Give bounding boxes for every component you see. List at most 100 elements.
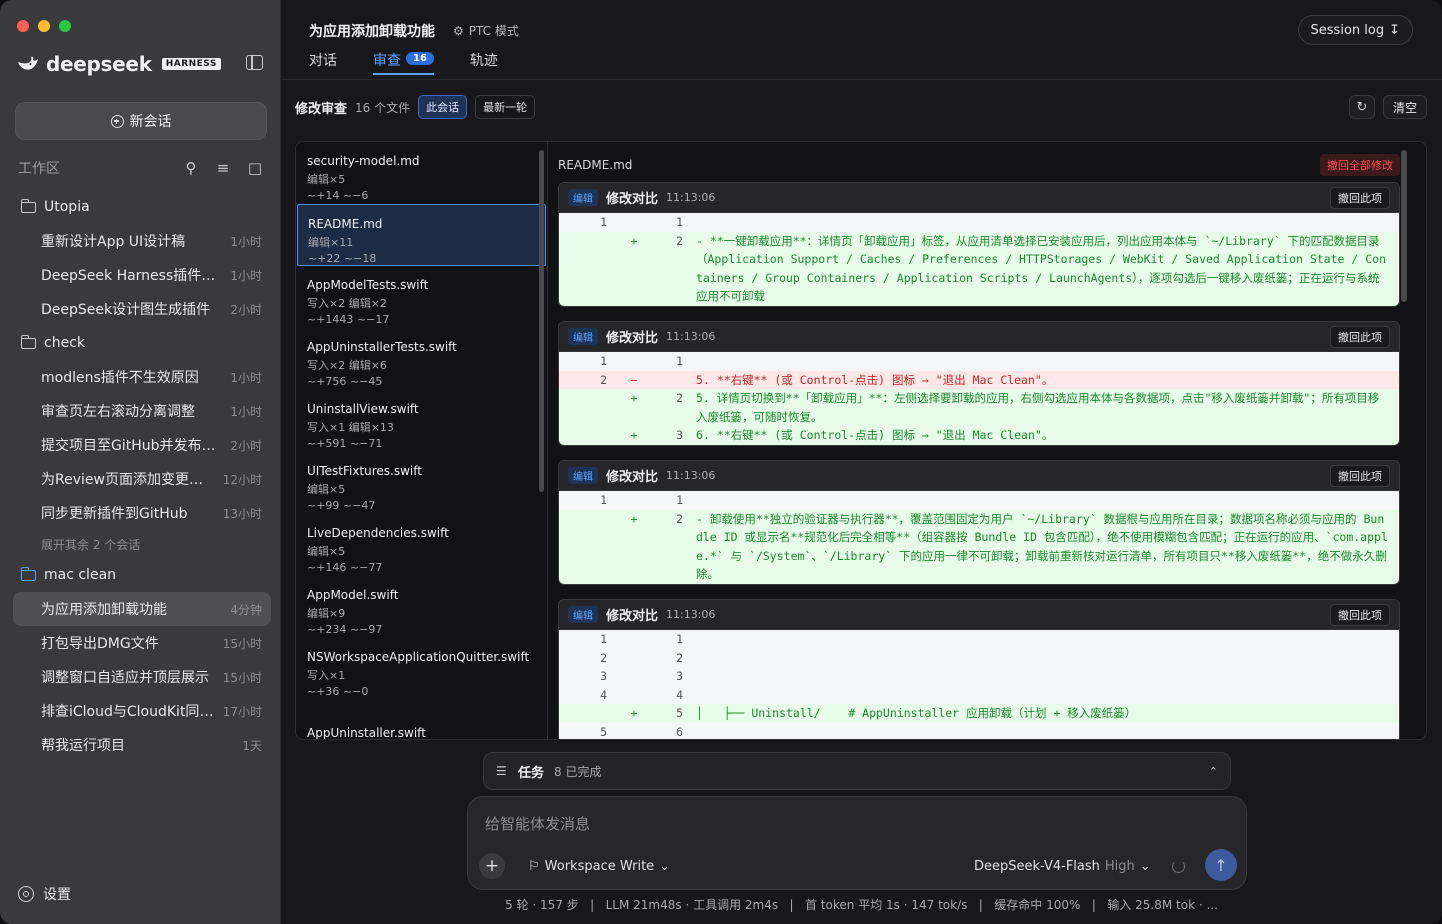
session-name: 帮我运行项目 [41, 738, 125, 754]
revert-hunk-button[interactable]: 撤回此项 [1330, 325, 1390, 348]
message-input[interactable]: 给智能体发消息 [485, 813, 590, 834]
session-item[interactable]: 审查页左右滚动分离调整 1小时 [13, 394, 271, 428]
session-time: 1小时 [230, 370, 262, 385]
session-item[interactable]: 排查iCloud与CloudKit同步... 17小时 [13, 694, 271, 728]
session-item[interactable]: 重新设计App UI设计稿 1小时 [13, 224, 271, 258]
diff-sign [619, 491, 649, 510]
tab-chat[interactable]: 对话 [309, 50, 337, 76]
revert-hunk-button[interactable]: 撤回此项 [1330, 186, 1390, 209]
folder-mac-clean[interactable]: mac clean [13, 558, 271, 592]
diff-hunk: 编辑 修改对比 11:13:06 撤回此项 1 1 +2- 卸载使用**独立的验证器与执行器… [558, 460, 1400, 585]
file-item[interactable]: AppModelTests.swift 写入×2 编辑×2 ~+1443 ~−17 [297, 266, 546, 328]
context-line: 33 [559, 667, 1399, 686]
folder-utopia[interactable]: Utopia [13, 190, 271, 224]
diff-scrollbar[interactable] [1401, 150, 1407, 302]
revert-hunk-button[interactable]: 撤回此项 [1330, 603, 1390, 626]
file-item[interactable]: security-model.md 编辑×5 ~+14 ~−6 [297, 142, 546, 204]
file-ops: 编辑×9 [307, 607, 346, 620]
filter-latest-round[interactable]: 最新一轮 [475, 95, 536, 119]
show-more-sessions[interactable]: 展开其余 2 个会话 [13, 530, 271, 558]
search-icon[interactable]: ⚲ [182, 159, 200, 177]
file-name: NSWorkspaceApplicationQuitter.swift [307, 650, 530, 664]
file-item[interactable]: AppUninstallerTests.swift 写入×2 编辑×6 ~+756 … [297, 328, 546, 390]
file-item[interactable]: UninstallView.swift 写入×1 编辑×13 ~+591 ~−71 [297, 390, 546, 452]
session-time: 13小时 [222, 506, 262, 521]
send-button[interactable]: ↑ [1205, 849, 1237, 881]
old-line-number: 1 [600, 493, 607, 507]
session-log-button[interactable]: Session log ↧ [1297, 15, 1413, 45]
refresh-icon[interactable]: ↻ [1348, 95, 1375, 119]
file-item[interactable]: NSWorkspaceApplicationQuitter.swift 写入×1 ~… [297, 638, 546, 714]
session-item[interactable]: 提交项目至GitHub并发布0.... 2小时 [13, 428, 271, 462]
session-item-active[interactable]: 为应用添加卸载功能 4分钟 [13, 592, 271, 626]
tab-label: 轨迹 [469, 53, 498, 69]
diff-sign: + [630, 233, 638, 248]
session-item[interactable]: DeepSeek Harness插件配... 1小时 [13, 258, 271, 292]
session-time: 12小时 [222, 472, 262, 487]
tab-bar: 对话 审查 16 轨迹 [309, 50, 498, 76]
file-item-selected[interactable]: README.md 编辑×11 ~+22 ~−18 [297, 204, 546, 266]
tab-trace[interactable]: 轨迹 [470, 50, 498, 76]
added-line: +3 6. **右键** (或 Control-点击) 图标 → "退出 Mac … [559, 426, 1399, 445]
chevron-up-icon[interactable]: ⌃ [1209, 765, 1218, 778]
settings-button[interactable]: 设置 [18, 884, 71, 904]
folder-icon [20, 198, 36, 213]
task-summary-bar[interactable]: ☰ 任务 8 已完成 ⌃ [483, 752, 1231, 790]
revert-all-button[interactable]: 撤回全部修改 [1320, 154, 1400, 176]
chevron-down-icon: ⌄ [659, 859, 671, 874]
loading-spinner-icon [1172, 860, 1185, 873]
review-panel: security-model.md 编辑×5 ~+14 ~−6 README.md 编… [295, 141, 1427, 740]
added-line: +2 - 卸载使用**独立的验证器与执行器**，覆盖范围固定为用户 `~/Libr… [559, 509, 1399, 584]
review-count-badge: 16 [406, 52, 434, 65]
diff-lines: 1 1 2 2 3 3 4 4 +5 │ ├── Uninstall/ # AppUninstal… [559, 630, 1399, 740]
new-chat-button[interactable]: 新会话 [15, 102, 267, 140]
zoom-window-button[interactable] [59, 20, 71, 32]
session-item[interactable]: 为Review页面添加变更撤... 12小时 [13, 462, 271, 496]
context-line: 11 [559, 213, 1399, 232]
folder-name: check [44, 335, 85, 351]
new-folder-icon[interactable]: □ [246, 159, 264, 177]
file-item[interactable]: LiveDependencies.swift 编辑×5 ~+146 ~−77 [297, 514, 546, 576]
clear-button[interactable]: 清空 [1382, 95, 1427, 119]
model-selector[interactable]: DeepSeek-V4-Flash High ⌄ [974, 859, 1151, 874]
session-item[interactable]: DeepSeek设计图生成插件 2小时 [13, 292, 271, 326]
context-line: 11 [559, 491, 1399, 510]
tab-review[interactable]: 审查 16 [373, 50, 434, 76]
file-item[interactable]: UITestFixtures.swift 编辑×5 ~+99 ~−47 [297, 452, 546, 514]
folder-check[interactable]: check [13, 326, 271, 360]
minimize-window-button[interactable] [38, 20, 50, 32]
topbar: 为应用添加卸载功能 ⚙ PTC 模式 对话 审查 16 轨迹 Session lo… [281, 0, 1442, 80]
file-ops: 写入×1 编辑×13 [307, 421, 394, 434]
session-item[interactable]: 打包导出DMG文件 15小时 [13, 626, 271, 660]
filter-icon[interactable]: ≡ [214, 159, 232, 177]
old-line-number [559, 232, 607, 306]
folder-open-icon [20, 566, 36, 581]
sidebar-toggle-icon[interactable] [246, 55, 263, 70]
session-item[interactable]: 调整窗口自适应并顶层展示 15小时 [13, 660, 271, 694]
removed-line: 2 − 5. **右键** (或 Control-点击) 图标 → "退出 Mac … [559, 370, 1399, 389]
file-ops: 写入×2 编辑×2 [307, 297, 387, 310]
file-diff-stats: ~+22 ~−18 [308, 252, 377, 265]
folder-name: Utopia [44, 199, 90, 215]
file-list-scrollbar[interactable] [539, 150, 544, 492]
file-item[interactable]: AppModel.swift 编辑×9 ~+234 ~−97 [297, 576, 546, 638]
file-item[interactable]: AppUninstaller.swift [297, 714, 546, 739]
revert-hunk-button[interactable]: 撤回此项 [1330, 464, 1390, 487]
diff-lines: 1 1 2−5. **右键** (或 Control-点击) 图标 → "退出 Ma… [559, 352, 1399, 445]
line-content [683, 667, 1399, 686]
new-line-number: 2 [676, 650, 683, 665]
close-window-button[interactable] [17, 20, 29, 32]
attach-plus-button[interactable]: + [479, 853, 505, 879]
old-line-number: 4 [600, 687, 607, 702]
diff-hunk: 编辑 修改对比 11:13:06 撤回此项 1 1 2 2 3 3 4 4 +5 │ ├── Uninst… [558, 599, 1400, 740]
old-line-number [559, 510, 607, 584]
line-content [683, 723, 1399, 740]
session-item[interactable]: 帮我运行项目 1天 [13, 728, 271, 762]
permission-selector[interactable]: ⚐ Workspace Write ⌄ [528, 859, 670, 874]
diff-sign [619, 649, 649, 668]
context-line: 44 [559, 685, 1399, 704]
session-item[interactable]: modlens插件不生效原因 1小时 [13, 360, 271, 394]
task-status: 8 已完成 [554, 764, 602, 779]
filter-this-session[interactable]: 此会话 [418, 95, 468, 119]
session-item[interactable]: 同步更新插件到GitHub 13小时 [13, 496, 271, 530]
